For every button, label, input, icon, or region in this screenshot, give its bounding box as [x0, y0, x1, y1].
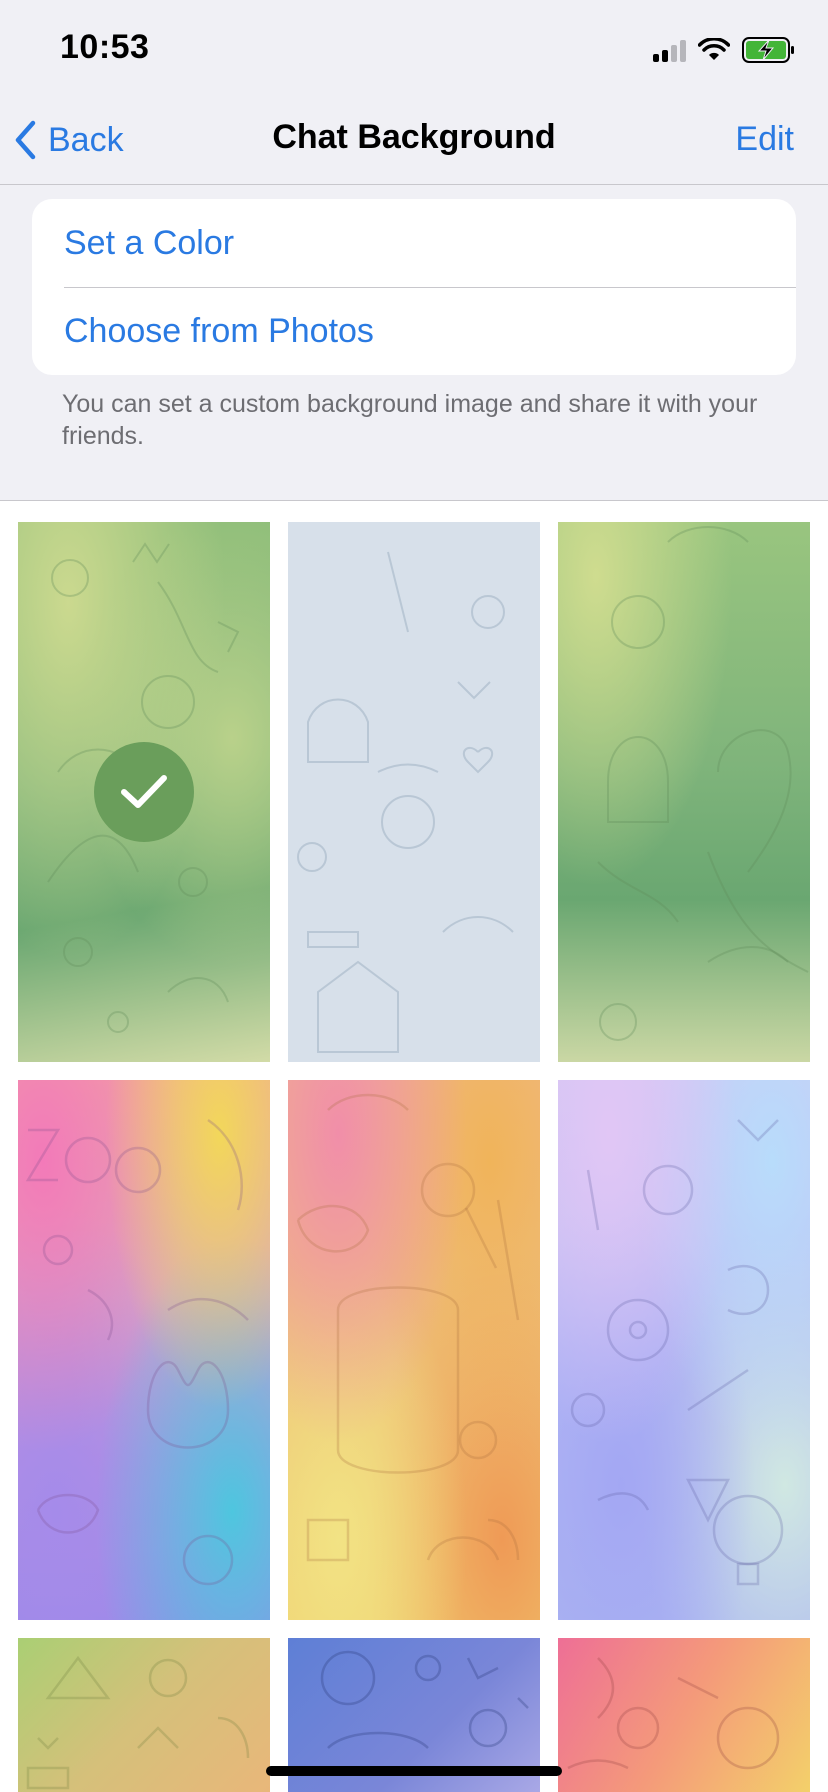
wallpaper-tile-green-doodle[interactable] [18, 522, 270, 1062]
wallpaper-tile-green-yellow[interactable] [18, 1638, 270, 1792]
status-bar: 10:53 [0, 0, 828, 96]
edit-button[interactable]: Edit [735, 120, 794, 159]
selected-checkmark-icon [94, 742, 194, 842]
status-icons [653, 34, 796, 66]
wallpaper-tile-lilac-blue[interactable] [558, 1080, 810, 1620]
wallpaper-tile-pink-yellow[interactable] [558, 1638, 810, 1792]
wallpaper-tile-rainbow-zoo[interactable] [18, 1080, 270, 1620]
wallpaper-tile-sweets-pastel[interactable] [288, 1080, 540, 1620]
background-options-group: Set a Color Choose from Photos [32, 199, 796, 375]
navigation-bar: Back Chat Background Edit [0, 96, 828, 185]
home-indicator[interactable] [266, 1766, 562, 1776]
signal-icon [653, 38, 686, 62]
choose-from-photos-button[interactable]: Choose from Photos [64, 287, 796, 375]
wallpaper-tile-green-animals[interactable] [558, 522, 810, 1062]
wifi-icon [698, 38, 730, 60]
status-time: 10:53 [60, 28, 150, 66]
battery-charging-icon [742, 37, 794, 63]
page-title: Chat Background [272, 118, 556, 156]
options-footer-text: You can set a custom background image an… [62, 390, 758, 450]
set-color-button[interactable]: Set a Color [64, 199, 796, 287]
wallpaper-tile-light-blue-doodle[interactable] [288, 522, 540, 1062]
